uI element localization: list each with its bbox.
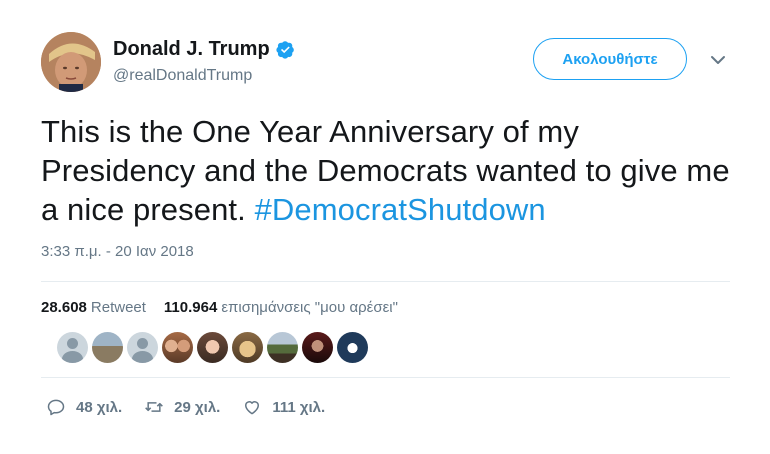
user-handle[interactable]: @realDonaldTrump (113, 67, 252, 85)
retweet-count-label[interactable]: Retweet (91, 299, 146, 316)
follow-button[interactable]: Ακολουθήστε (533, 38, 687, 80)
liker-avatar[interactable] (267, 332, 298, 363)
like-action-count: 111 χιλ. (272, 398, 326, 416)
retweet-icon (144, 397, 164, 417)
liker-avatar[interactable] (302, 332, 333, 363)
verified-icon (276, 40, 295, 59)
liker-avatar[interactable] (197, 332, 228, 363)
reply-button[interactable]: 48 χιλ. (46, 397, 122, 417)
retweet-count[interactable]: 28.608 (41, 299, 87, 316)
likers-avatars (57, 332, 368, 363)
tweet-actions: 48 χιλ. 29 χιλ. 111 χιλ. (46, 397, 347, 417)
divider (41, 281, 730, 282)
user-name-row: Donald J. Trump (113, 38, 295, 61)
liker-avatar[interactable] (57, 332, 88, 363)
tweet-stats: 28.608 Retweet 110.964 επισημάνσεις "μου… (41, 299, 398, 316)
like-button[interactable]: 111 χιλ. (242, 397, 325, 417)
avatar-image (41, 32, 101, 92)
like-icon (242, 397, 262, 417)
divider (41, 377, 730, 378)
reply-icon (46, 397, 66, 417)
tweet-timestamp[interactable]: 3:33 π.μ. - 20 Ιαν 2018 (41, 243, 194, 260)
liker-avatar[interactable] (337, 332, 368, 363)
liker-avatar[interactable] (162, 332, 193, 363)
like-count-label[interactable]: επισημάνσεις "μου αρέσει" (221, 299, 398, 316)
tweet-text: This is the One Year Anniversary of my P… (41, 112, 741, 229)
hashtag-link[interactable]: #DemocratShutdown (255, 192, 546, 227)
avatar[interactable] (41, 32, 101, 92)
liker-avatar[interactable] (92, 332, 123, 363)
chevron-down-icon[interactable] (708, 52, 728, 68)
liker-avatar[interactable] (127, 332, 158, 363)
liker-avatar[interactable] (232, 332, 263, 363)
tweet-card: Donald J. Trump @realDonaldTrump Ακολουθ… (0, 0, 770, 454)
retweet-action-count: 29 χιλ. (174, 398, 221, 416)
user-name[interactable]: Donald J. Trump (113, 38, 270, 61)
reply-count: 48 χιλ. (76, 398, 123, 416)
like-count[interactable]: 110.964 (164, 299, 217, 316)
retweet-button[interactable]: 29 χιλ. (144, 397, 220, 417)
